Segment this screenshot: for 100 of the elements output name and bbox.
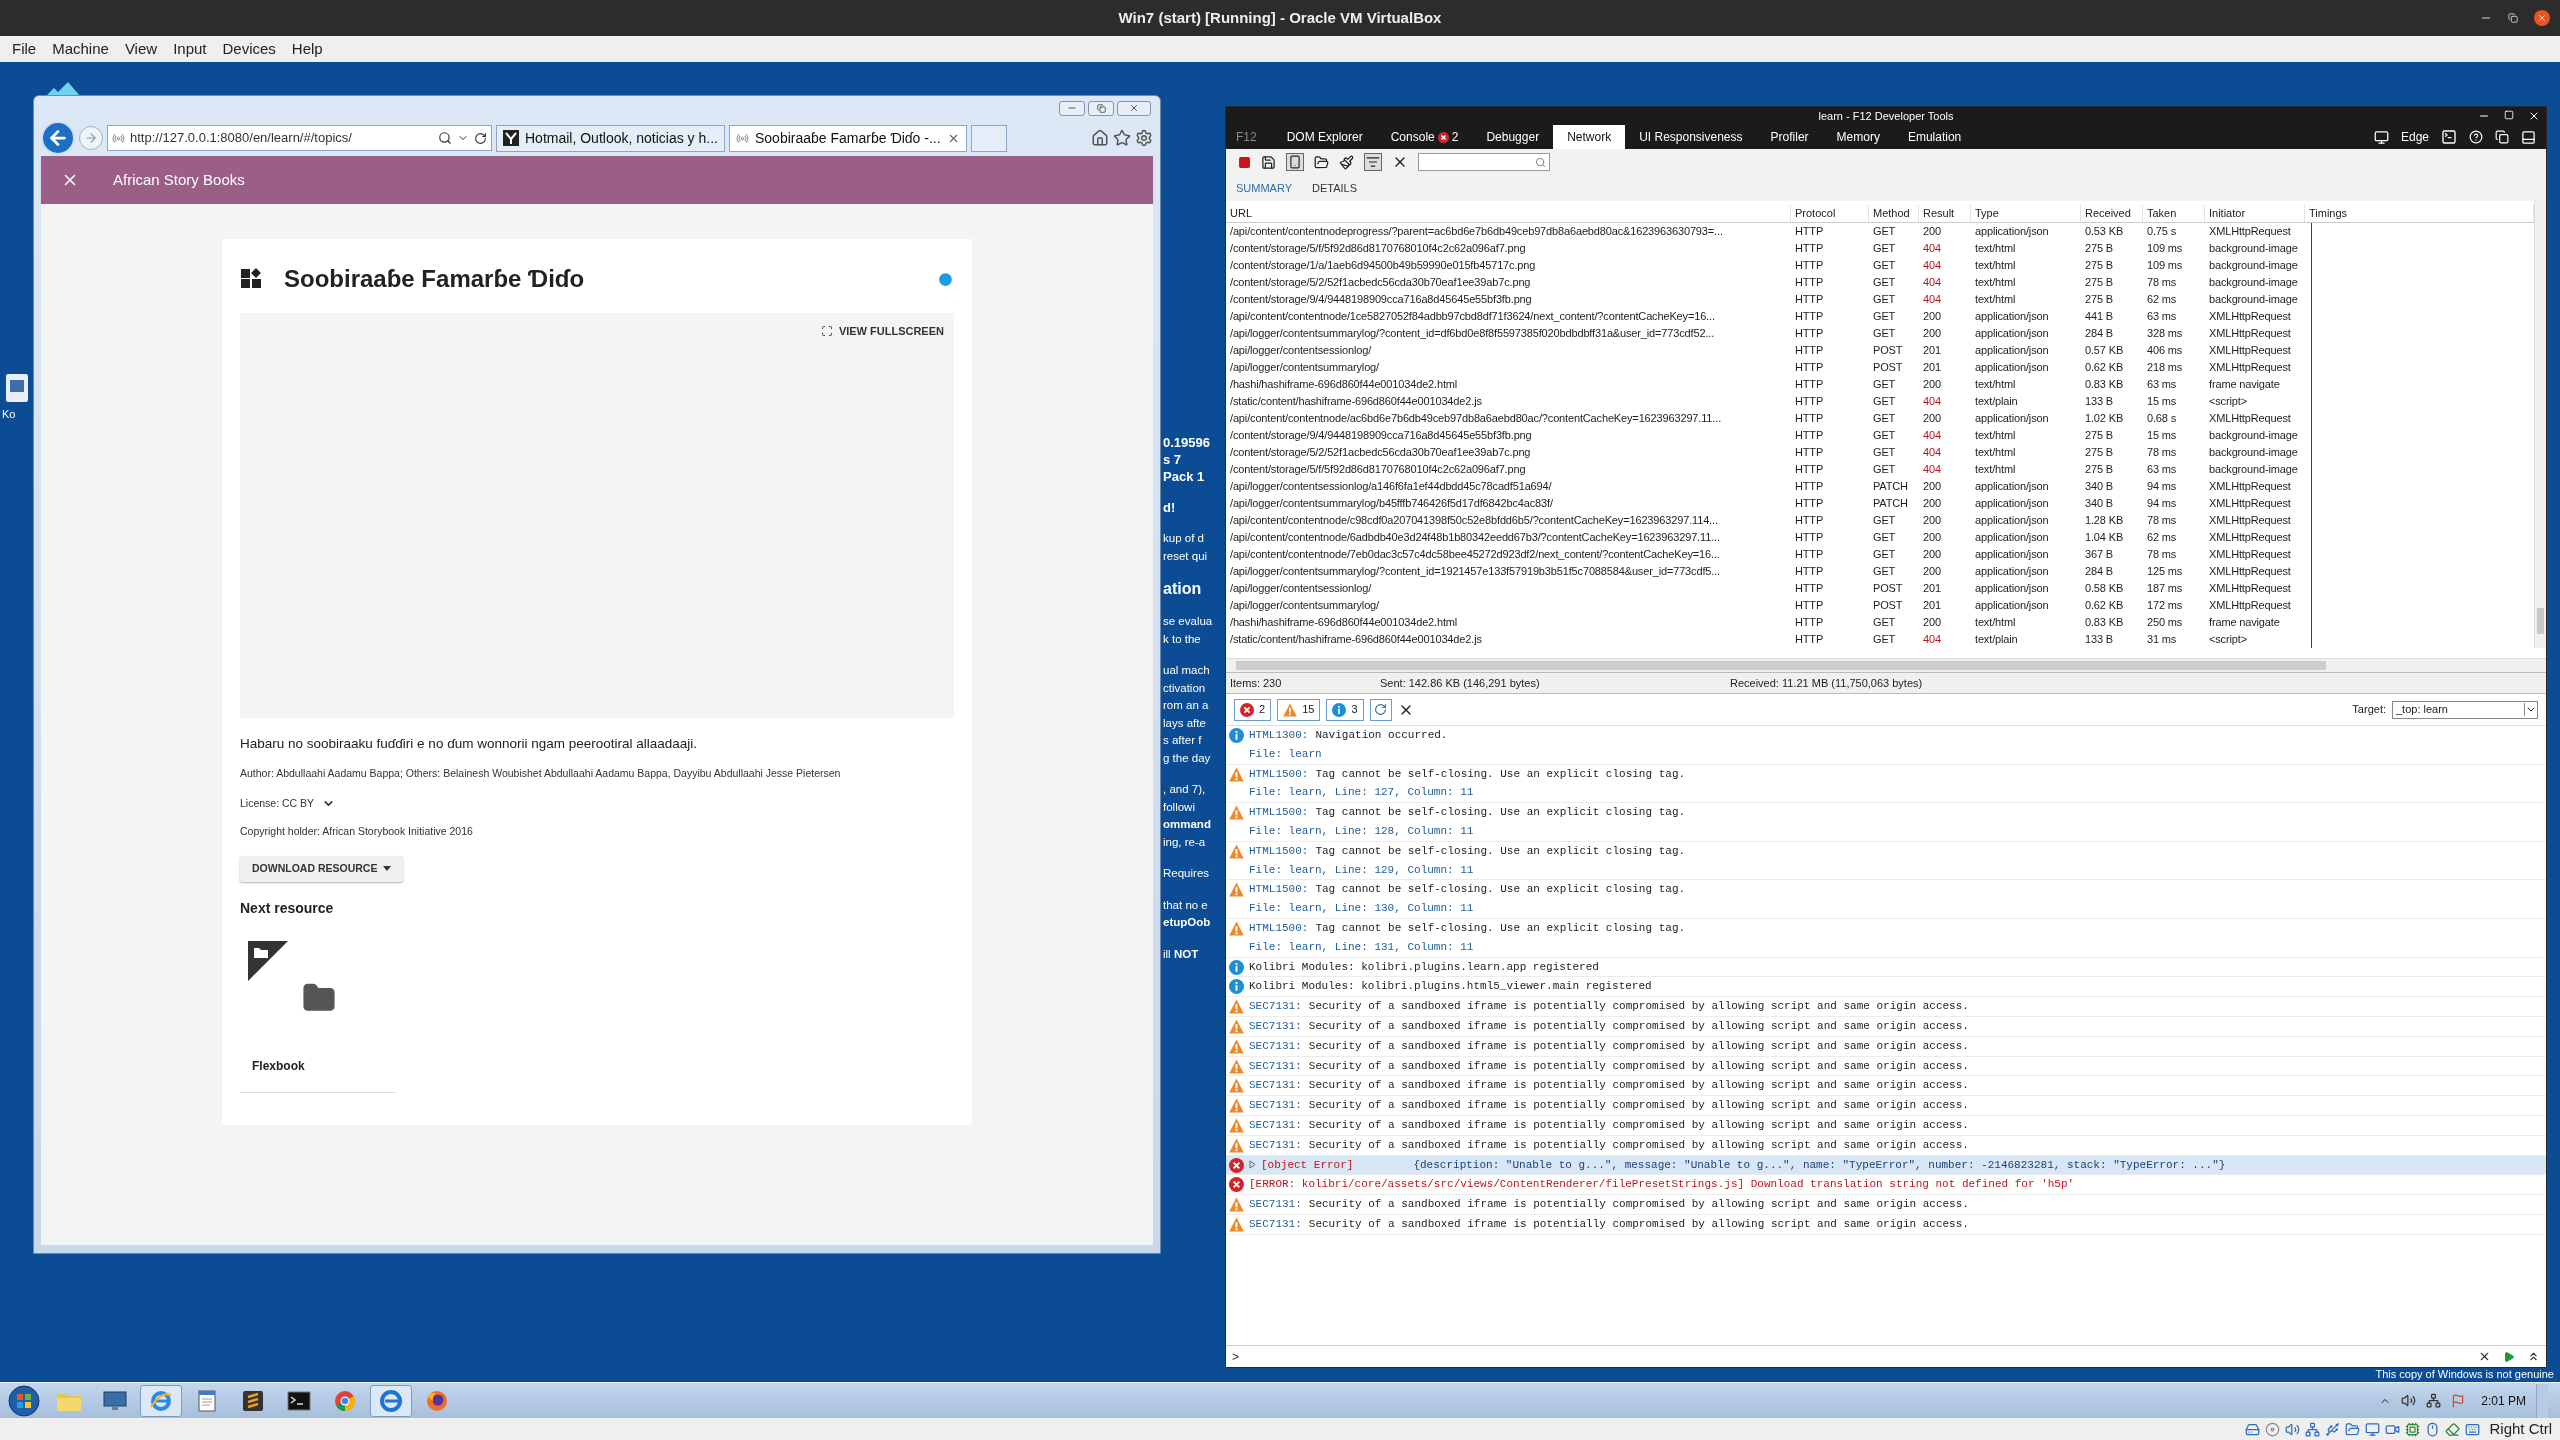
- column-header[interactable]: Result: [1919, 205, 1971, 222]
- document-mode-dropdown[interactable]: Edge: [2400, 128, 2429, 146]
- console-row[interactable]: SEC7131: Security of a sandboxed iframe is potentially compromised by allowing script and same origin access.: [1226, 1056, 2546, 1077]
- console-toggle-icon[interactable]: [2441, 129, 2457, 145]
- menu-item[interactable]: Help: [283, 37, 331, 61]
- console-row[interactable]: SEC7131: Security of a sandboxed iframe is potentially compromised by allowing script and same origin access.: [1226, 1016, 2546, 1037]
- info-icon: [1228, 728, 1244, 743]
- devtools-tab[interactable]: DOM Explorer: [1272, 125, 1377, 149]
- stop-icon[interactable]: [1238, 155, 1251, 169]
- column-header[interactable]: Taken: [2143, 205, 2205, 222]
- console-row[interactable]: SEC7131: Security of a sandboxed iframe is potentially compromised by allowing script and same origin access.: [1226, 1036, 2546, 1057]
- filter-toggle[interactable]: [1364, 153, 1382, 171]
- console-row[interactable]: SEC7131: Security of a sandboxed iframe is potentially compromised by allowing script and same origin access.: [1226, 997, 2546, 1017]
- column-header[interactable]: Protocol: [1791, 205, 1869, 222]
- clear-cache-icon[interactable]: [1339, 154, 1354, 170]
- fullscreen-button[interactable]: VIEW FULLSCREEN: [820, 323, 944, 340]
- browser-tab[interactable]: Soobiraaɓe Famarɓe Ɗiɗo -...: [728, 124, 967, 152]
- table-cell-text: 1.28 KB: [2084, 513, 2125, 529]
- menu-item[interactable]: View: [116, 37, 166, 61]
- settings-icon[interactable]: [1135, 129, 1153, 147]
- network-icon[interactable]: [2305, 1421, 2321, 1437]
- menu-item[interactable]: Input: [165, 37, 215, 61]
- dock-icon[interactable]: [2521, 129, 2536, 145]
- console-row[interactable]: Kolibri Modules: kolibri.plugins.html5_viewer.main registered: [1226, 977, 2546, 998]
- devtools-tab[interactable]: Network: [1553, 125, 1626, 149]
- back-button[interactable]: [41, 121, 75, 155]
- undock-icon[interactable]: [2495, 130, 2509, 144]
- console-row[interactable]: SEC7131: Security of a sandboxed iframe is potentially compromised by allowing script and same origin access.: [1226, 1115, 2546, 1136]
- menu-item[interactable]: File: [4, 37, 45, 61]
- search-field[interactable]: [1418, 153, 1550, 171]
- clear-entries-toggle[interactable]: [1286, 153, 1304, 171]
- console-row[interactable]: HTML1500: Tag cannot be self-closing. Use an explicit closing tag. File: learn, Line: 127, Column: 11: [1226, 764, 2546, 804]
- column-header[interactable]: Initiator: [2205, 205, 2305, 222]
- menu-item[interactable]: Devices: [214, 37, 284, 61]
- network-icon[interactable]: [2426, 1393, 2442, 1408]
- eraser-icon[interactable]: [2445, 1421, 2461, 1437]
- restore-icon[interactable]: [2508, 13, 2518, 23]
- home-icon[interactable]: [1091, 129, 1109, 147]
- console-row[interactable]: SEC7131: Security of a sandboxed iframe is potentially compromised by allowing script and same origin access.: [1226, 1076, 2546, 1097]
- address-field[interactable]: http://127.0.0.1:8080/en/learn/#/topics/: [107, 125, 492, 151]
- run-icon[interactable]: [2503, 1350, 2515, 1363]
- device-icon[interactable]: [2373, 129, 2389, 145]
- console-row[interactable]: Kolibri Modules: kolibri.plugins.learn.app registered: [1226, 957, 2546, 978]
- column-header[interactable]: Type: [1971, 205, 2081, 222]
- devtools-tab[interactable]: Emulation: [1893, 125, 1976, 149]
- console-row[interactable]: HTML1500: Tag cannot be self-closing. Use an explicit closing tag. File: learn, Line: 128, Column: 11: [1226, 803, 2546, 842]
- clear-icon[interactable]: [2478, 1350, 2491, 1363]
- keyboard-icon[interactable]: [2465, 1421, 2481, 1437]
- devtools-tab[interactable]: Console 2: [1376, 125, 1473, 149]
- console-row[interactable]: [object Error] {description: "Unable to g...", message: "Unable to g...", name: "TypeError", number: -2146823281, stack: "TypeError: ..."}: [1226, 1155, 2546, 1176]
- browser-tab[interactable]: Hotmail, Outlook, noticias y h...: [496, 124, 725, 152]
- cpu-icon[interactable]: [2405, 1421, 2421, 1437]
- column-header[interactable]: Method: [1869, 205, 1919, 222]
- maximize-icon[interactable]: [2504, 110, 2514, 120]
- console-row[interactable]: HTML1500: Tag cannot be self-closing. Use an explicit closing tag. File: learn, Line: 129, Column: 11: [1226, 841, 2546, 881]
- column-header[interactable]: Received: [2081, 205, 2143, 222]
- devtools-tab[interactable]: Debugger: [1472, 125, 1554, 149]
- import-icon[interactable]: [1314, 154, 1329, 170]
- close-button[interactable]: [2534, 10, 2550, 26]
- maximize-button[interactable]: [1088, 100, 1114, 116]
- console-row[interactable]: HTML1500: Tag cannot be self-closing. Use an explicit closing tag. File: learn, Line: 131, Column: 11: [1226, 918, 2546, 958]
- console-row[interactable]: SEC7131: Security of a sandboxed iframe is potentially compromised by allowing script and same origin access.: [1226, 1096, 2546, 1116]
- view-tab[interactable]: DETAILS: [1312, 179, 1358, 197]
- next-resource-card[interactable]: Flexbook: [240, 932, 395, 1093]
- search-icon[interactable]: [438, 131, 452, 145]
- help-icon[interactable]: [2469, 130, 2483, 144]
- optical-disc-icon[interactable]: [2265, 1421, 2281, 1437]
- shared-folder-icon[interactable]: [2345, 1421, 2361, 1437]
- usb-icon[interactable]: [2325, 1421, 2341, 1437]
- console-row[interactable]: SEC7131: Security of a sandboxed iframe is potentially compromised by allowing script and same origin access.: [1226, 1214, 2546, 1235]
- console-row[interactable]: SEC7131: Security of a sandboxed iframe is potentially compromised by allowing script and same origin access.: [1226, 1135, 2546, 1156]
- console-row[interactable]: SEC7131: Security of a sandboxed iframe is potentially compromised by allowing script and same origin access.: [1226, 1195, 2546, 1215]
- target-select[interactable]: _top: learn: [2392, 700, 2538, 719]
- audio-icon[interactable]: [2285, 1421, 2301, 1437]
- speaker-icon[interactable]: [2401, 1393, 2417, 1408]
- filter-button[interactable]: 2: [1234, 698, 1272, 721]
- navigation-toggle[interactable]: [1369, 698, 1392, 721]
- view-tab[interactable]: SUMMARY: [1236, 179, 1293, 197]
- table-cell-text: 275 B: [2084, 275, 2114, 291]
- favorites-icon[interactable]: [1113, 129, 1131, 147]
- save-icon[interactable]: [1261, 154, 1276, 170]
- expand-icon[interactable]: [2527, 1350, 2540, 1363]
- download-button[interactable]: DOWNLOAD RESOURCE: [240, 855, 404, 882]
- refresh-icon[interactable]: [474, 131, 487, 145]
- minimize-button[interactable]: [1059, 100, 1085, 116]
- menu-item[interactable]: Machine: [44, 37, 117, 61]
- mouse-icon[interactable]: [2425, 1421, 2441, 1437]
- close-icon[interactable]: [2528, 110, 2540, 122]
- column-header[interactable]: URL: [1226, 205, 1791, 222]
- flag-icon[interactable]: [2451, 1393, 2466, 1408]
- table-cell-text: background-image: [2208, 428, 2299, 444]
- console-row[interactable]: HTML1500: Tag cannot be self-closing. Use an explicit closing tag. File: learn, Line: 130, Column: 11: [1226, 880, 2546, 919]
- filter-button[interactable]: 3: [1326, 698, 1364, 721]
- devtools-tab[interactable]: UI Responsiveness: [1625, 125, 1757, 149]
- console-row[interactable]: [ERROR: kolibri/core/assets/src/views/ContentRenderer/filePresetStrings.js] Download translation string not defined for 'h5p': [1226, 1175, 2546, 1196]
- display-icon[interactable]: [2365, 1421, 2381, 1437]
- devtools-tab[interactable]: Profiler: [1756, 125, 1823, 149]
- console-row[interactable]: HTML1300: Navigation occurred. File: learn: [1226, 726, 2546, 765]
- filter-button[interactable]: 15: [1277, 698, 1321, 721]
- devtools-tab[interactable]: Memory: [1822, 125, 1894, 149]
